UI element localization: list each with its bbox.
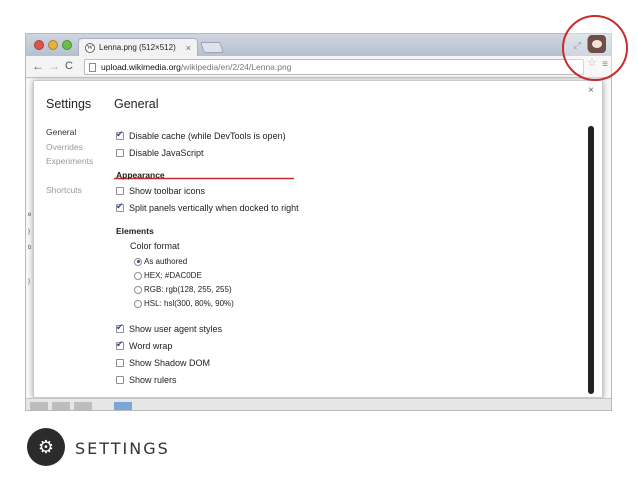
page-icon [89, 62, 96, 72]
appearance-heading: Appearance [116, 170, 165, 180]
sidebar-item-experiments[interactable]: Experiments [46, 156, 93, 166]
color-format-label: Color format [130, 241, 180, 251]
radio-label: HSL: hsl(300, 80%, 90%) [144, 299, 234, 308]
sidebar-item-overrides[interactable]: Overrides [46, 142, 83, 152]
tab-title: Lenna.png (512×512) [99, 43, 176, 52]
devtools-edge-text: } [28, 229, 31, 235]
browser-tab[interactable]: W Lenna.png (512×512) × [78, 38, 198, 56]
option-label: Word wrap [129, 341, 173, 351]
sidebar-item-shortcuts[interactable]: Shortcuts [46, 185, 82, 195]
settings-title: Settings [46, 97, 92, 111]
browser-window: W Lenna.png (512×512) × ⤢ ← → C upload.w… [25, 33, 612, 411]
back-arrow-icon[interactable]: ← [32, 59, 44, 73]
show-rulers-checkbox[interactable] [116, 376, 124, 384]
address-bar[interactable]: upload.wikimedia.org /wikipedia/en/2/24/… [84, 59, 584, 75]
devtools-edge-text: } [28, 279, 31, 285]
devtools-edge-text: b [28, 245, 32, 251]
radio-button[interactable] [134, 299, 142, 308]
active-status-button[interactable] [114, 402, 132, 410]
highlight-circle-annotation [562, 15, 628, 81]
settings-dialog: × Settings General General Overrides Exp… [33, 80, 603, 398]
option-label: Disable cache (while DevTools is open) [129, 131, 286, 141]
minimize-window-button[interactable] [48, 40, 58, 50]
profile-avatar-icon [588, 35, 606, 53]
dock-button[interactable] [30, 402, 48, 410]
browser-toolbar: ← → C upload.wikimedia.org /wikipedia/en… [26, 56, 611, 78]
option-label: Show Shadow DOM [129, 358, 211, 368]
reload-icon[interactable]: C [65, 60, 73, 72]
forward-arrow-icon[interactable]: → [48, 59, 60, 73]
show-user-agent-styles-checkbox[interactable] [116, 322, 124, 333]
search-button[interactable] [74, 402, 92, 410]
radio-label: RGB: rgb(128, 255, 255) [144, 285, 232, 294]
devtools-edge-text: e [28, 212, 32, 218]
radio-button[interactable] [134, 271, 142, 280]
option-label: Split panels vertically when docked to r… [129, 203, 299, 213]
option-label: Show user agent styles [129, 324, 223, 334]
disable-cache-checkbox[interactable] [116, 129, 124, 140]
radio-button[interactable] [134, 257, 142, 266]
footer-title: SETTINGS [75, 439, 170, 458]
word-wrap-checkbox[interactable] [116, 339, 124, 350]
zoom-window-button[interactable] [62, 40, 72, 50]
scrollbar-thumb[interactable] [588, 126, 594, 394]
console-button[interactable] [52, 402, 70, 410]
word-wrap-option[interactable]: Word wrap [116, 339, 173, 351]
split-panels-option[interactable]: Split panels vertically when docked to r… [116, 201, 299, 213]
dialog-close-icon[interactable]: × [588, 85, 594, 96]
option-label: Disable JavaScript [129, 148, 204, 158]
wikipedia-icon: W [85, 42, 95, 53]
devtools-status-bar [26, 398, 611, 410]
url-path: /wikipedia/en/2/24/Lenna.png [180, 62, 292, 72]
radio-label: HEX: #DAC0DE [144, 271, 202, 280]
show-toolbar-icons-option[interactable]: Show toolbar icons [116, 186, 205, 196]
disable-javascript-checkbox[interactable] [116, 149, 124, 157]
tab-close-icon[interactable]: × [186, 43, 191, 53]
url-host: upload.wikimedia.org [101, 62, 181, 72]
option-label: Show rulers [129, 375, 177, 385]
sidebar-item-general[interactable]: General [46, 127, 76, 137]
show-shadow-dom-checkbox[interactable] [116, 359, 124, 367]
elements-heading: Elements [116, 226, 154, 236]
pane-title: General [114, 97, 159, 111]
show-toolbar-icons-checkbox[interactable] [116, 187, 124, 195]
radio-label: As authored [144, 257, 188, 266]
color-format-hsl[interactable]: HSL: hsl(300, 80%, 90%) [134, 299, 234, 308]
split-panels-checkbox[interactable] [116, 201, 124, 212]
show-user-agent-styles-option[interactable]: Show user agent styles [116, 322, 223, 334]
show-shadow-dom-option[interactable]: Show Shadow DOM [116, 358, 210, 368]
option-label: Show toolbar icons [129, 186, 206, 196]
gear-icon: ⚙ [27, 428, 65, 466]
color-format-rgb[interactable]: RGB: rgb(128, 255, 255) [134, 285, 232, 294]
new-tab-button[interactable] [199, 42, 225, 53]
color-format-as-authored[interactable]: As authored [134, 257, 187, 266]
disable-cache-option[interactable]: Disable cache (while DevTools is open) [116, 129, 286, 141]
radio-button[interactable] [134, 285, 142, 294]
title-bar: W Lenna.png (512×512) × ⤢ [26, 34, 611, 56]
close-window-button[interactable] [34, 40, 44, 50]
show-rulers-option[interactable]: Show rulers [116, 375, 177, 385]
color-format-hex[interactable]: HEX: #DAC0DE [134, 271, 202, 280]
disable-javascript-option[interactable]: Disable JavaScript [116, 148, 204, 158]
